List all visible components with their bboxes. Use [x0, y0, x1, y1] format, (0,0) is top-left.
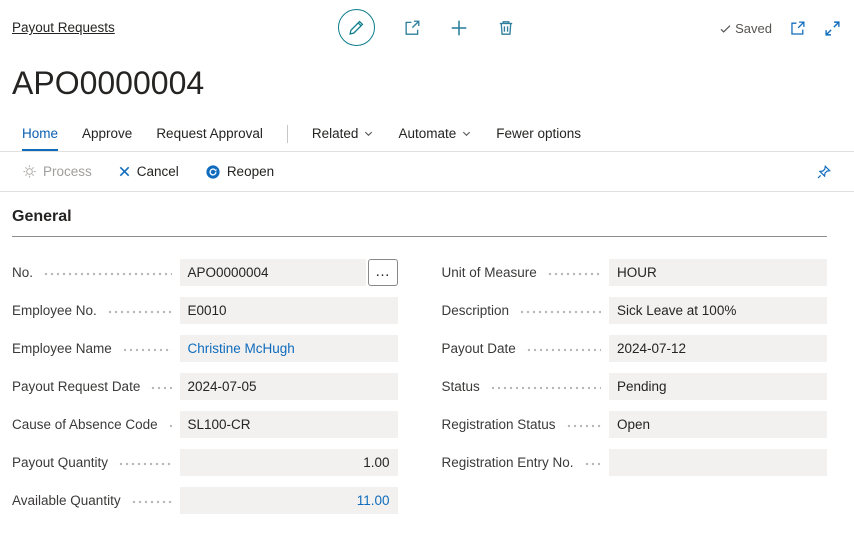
- field-row: Available Quantity 11.00: [12, 481, 398, 519]
- status-label: Status: [442, 379, 480, 394]
- popout-icon[interactable]: [787, 18, 807, 38]
- unit-of-measure-input[interactable]: HOUR: [609, 259, 827, 286]
- dotted-leader: [545, 253, 601, 291]
- employee-no-label: Employee No.: [12, 303, 97, 318]
- field-row: Cause of Absence Code SL100-CR: [12, 405, 398, 443]
- cause-of-absence-code-label: Cause of Absence Code: [12, 417, 158, 432]
- save-status: Saved: [719, 21, 772, 36]
- payout-quantity-input[interactable]: 1.00: [180, 449, 398, 476]
- dotted-leader: [564, 405, 601, 443]
- tab-approve[interactable]: Approve: [82, 116, 132, 151]
- unit-of-measure-label: Unit of Measure: [442, 265, 537, 280]
- registration-entry-no-label: Registration Entry No.: [442, 455, 574, 470]
- dotted-leader: [120, 329, 172, 367]
- top-bar: Payout Requests: [0, 0, 854, 56]
- expand-icon[interactable]: [822, 18, 842, 38]
- breadcrumb[interactable]: Payout Requests: [12, 20, 115, 35]
- share-icon[interactable]: [402, 18, 422, 38]
- delete-icon[interactable]: [496, 18, 516, 38]
- payout-request-date-input[interactable]: 2024-07-05: [180, 373, 398, 400]
- no-label: No.: [12, 265, 33, 280]
- cancel-button[interactable]: Cancel: [118, 164, 179, 179]
- employee-name-link[interactable]: Christine McHugh: [180, 335, 398, 362]
- dotted-leader: [148, 367, 171, 405]
- pin-icon[interactable]: [816, 164, 832, 180]
- field-row: Payout Date 2024-07-12: [442, 329, 828, 367]
- field-row: Employee Name Christine McHugh: [12, 329, 398, 367]
- payout-date-label: Payout Date: [442, 341, 516, 356]
- no-input[interactable]: APO0000004: [180, 259, 366, 286]
- registration-status-input[interactable]: Open: [609, 411, 827, 438]
- dotted-leader: [129, 481, 172, 519]
- page-title: APO0000004: [0, 56, 854, 116]
- general-fields: No. APO0000004 … Employee No. E0010 Empl…: [0, 237, 854, 519]
- page-command-icons: [338, 9, 516, 46]
- registration-entry-no-input[interactable]: [609, 449, 827, 476]
- field-row: Payout Request Date 2024-07-05: [12, 367, 398, 405]
- payout-request-date-label: Payout Request Date: [12, 379, 140, 394]
- field-row: Unit of Measure HOUR: [442, 253, 828, 291]
- action-bar: Process Cancel Reopen: [0, 152, 854, 192]
- field-row: Employee No. E0010: [12, 291, 398, 329]
- top-right-controls: Saved: [719, 18, 842, 38]
- tab-automate[interactable]: Automate: [398, 116, 472, 151]
- dotted-leader: [41, 253, 171, 291]
- description-label: Description: [442, 303, 510, 318]
- reopen-label: Reopen: [227, 164, 274, 179]
- cancel-label: Cancel: [137, 164, 179, 179]
- field-row: No. APO0000004 …: [12, 253, 398, 291]
- field-row: Description Sick Leave at 100%: [442, 291, 828, 329]
- dotted-leader: [116, 443, 171, 481]
- process-label: Process: [43, 164, 92, 179]
- section-title-general[interactable]: General: [12, 208, 827, 237]
- dotted-leader: [517, 291, 601, 329]
- reopen-icon: [205, 164, 221, 180]
- edit-button[interactable]: [338, 9, 375, 46]
- check-icon: [719, 22, 732, 35]
- available-quantity-link[interactable]: 11.00: [180, 487, 398, 514]
- registration-status-label: Registration Status: [442, 417, 556, 432]
- dotted-leader: [524, 329, 601, 367]
- pencil-icon: [348, 19, 365, 36]
- employee-no-input[interactable]: E0010: [180, 297, 398, 324]
- dotted-leader: [488, 367, 601, 405]
- tab-home[interactable]: Home: [22, 116, 58, 151]
- tab-request-approval[interactable]: Request Approval: [156, 116, 263, 151]
- chevron-down-icon: [461, 128, 472, 139]
- cause-of-absence-code-input[interactable]: SL100-CR: [180, 411, 398, 438]
- tab-related[interactable]: Related: [312, 116, 375, 151]
- x-icon: [118, 165, 131, 178]
- reopen-button[interactable]: Reopen: [205, 164, 274, 180]
- employee-name-label: Employee Name: [12, 341, 112, 356]
- description-input[interactable]: Sick Leave at 100%: [609, 297, 827, 324]
- payout-quantity-label: Payout Quantity: [12, 455, 108, 470]
- fields-left-column: No. APO0000004 … Employee No. E0010 Empl…: [12, 253, 398, 519]
- add-icon[interactable]: [449, 18, 469, 38]
- menu-tab-bar: Home Approve Request Approval Related Au…: [0, 116, 854, 152]
- process-button[interactable]: Process: [22, 164, 92, 179]
- chevron-down-icon: [363, 128, 374, 139]
- status-input[interactable]: Pending: [609, 373, 827, 400]
- dotted-leader: [582, 443, 601, 481]
- assist-edit-button[interactable]: …: [368, 259, 398, 286]
- available-quantity-label: Available Quantity: [12, 493, 121, 508]
- gear-icon: [22, 164, 37, 179]
- field-row: Status Pending: [442, 367, 828, 405]
- field-row: Payout Quantity 1.00: [12, 443, 398, 481]
- dotted-leader: [105, 291, 172, 329]
- field-row: Registration Entry No.: [442, 443, 828, 481]
- field-row: Registration Status Open: [442, 405, 828, 443]
- fields-right-column: Unit of Measure HOUR Description Sick Le…: [442, 253, 828, 519]
- tab-fewer-options[interactable]: Fewer options: [496, 116, 581, 151]
- dotted-leader: [166, 405, 172, 443]
- payout-date-input[interactable]: 2024-07-12: [609, 335, 827, 362]
- tab-divider: [287, 125, 288, 143]
- save-status-label: Saved: [735, 21, 772, 36]
